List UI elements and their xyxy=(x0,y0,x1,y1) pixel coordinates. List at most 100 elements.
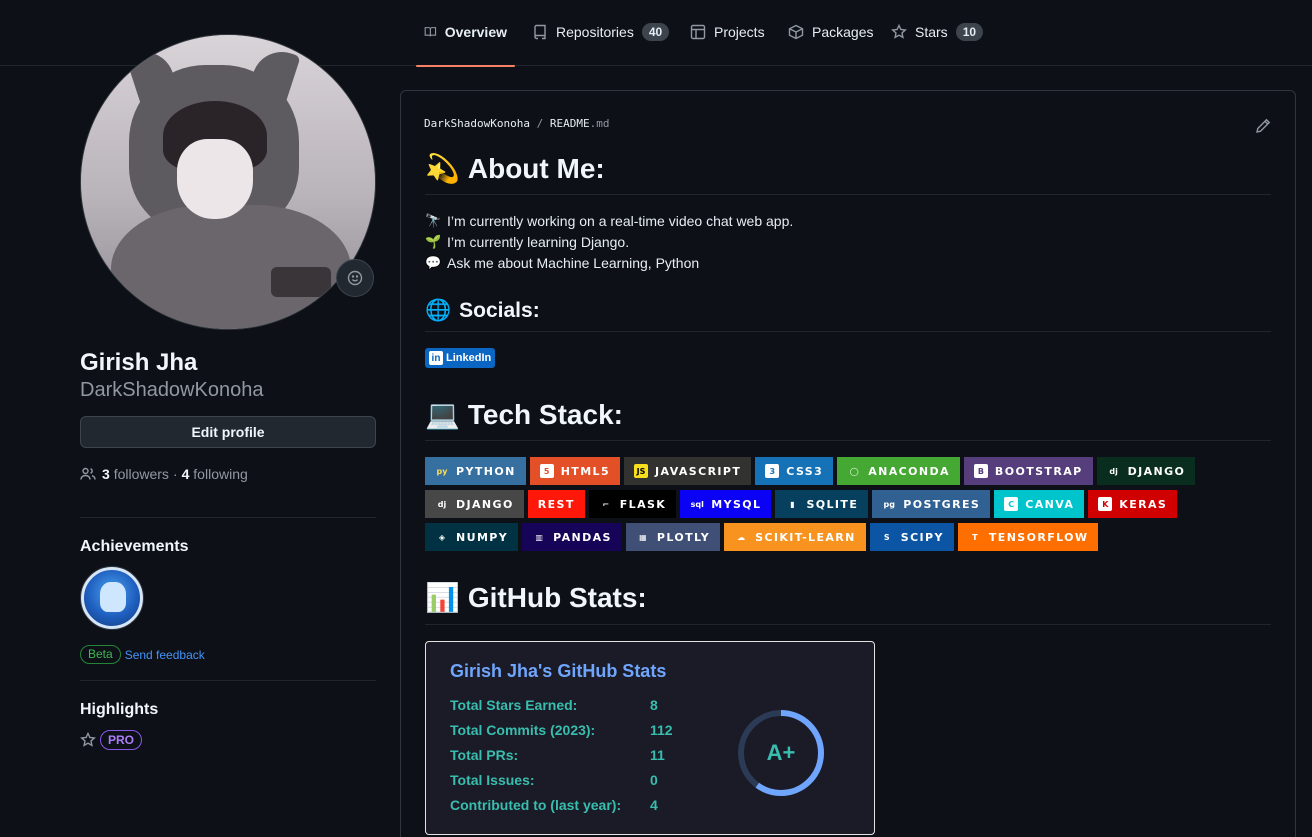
tech-badge-label: BOOTSTRAP xyxy=(994,464,1083,478)
edit-readme-button[interactable] xyxy=(1255,118,1271,134)
javascript-logo-icon: JS xyxy=(634,464,649,478)
tech-badge-sqlite: ▮ SQLITE xyxy=(775,490,869,518)
highlights-heading: Highlights xyxy=(80,701,159,718)
tab-packages[interactable]: Packages xyxy=(780,22,881,66)
book-icon xyxy=(424,27,437,37)
about-line: 🌱 I’m currently learning Django. xyxy=(425,234,629,250)
stat-value: 8 xyxy=(650,697,658,713)
readme-path: DarkShadowKonoha / README.md xyxy=(424,117,609,130)
stat-label: Contributed to (last year): xyxy=(450,797,622,813)
tab-repositories[interactable]: Repositories 40 xyxy=(524,22,677,66)
tech-badge-django: dj DJANGO xyxy=(1096,457,1196,485)
pro-highlight: PRO xyxy=(80,730,143,750)
set-status-button[interactable] xyxy=(336,259,374,297)
shark-icon xyxy=(100,582,126,612)
stats-heading-text: GitHub Stats: xyxy=(467,581,647,613)
table-icon xyxy=(690,24,706,40)
tech-badge-scikit-learn: ☁ SCIKIT-LEARN xyxy=(724,523,866,551)
star-icon xyxy=(891,24,907,39)
plotly-logo-icon: ▦ xyxy=(635,530,650,544)
about-line-text: I’m currently learning Django. xyxy=(447,234,630,250)
stat-value: 112 xyxy=(650,722,673,738)
about-line: 💬 Ask me about Machine Learning, Python xyxy=(425,255,699,271)
anaconda-logo-icon: ◯ xyxy=(847,464,862,478)
tech-badge-label: FLASK xyxy=(619,497,667,511)
achievements-heading[interactable]: Achievements xyxy=(80,538,189,556)
linkedin-badge[interactable]: in LinkedIn xyxy=(425,348,496,368)
profile-name: Girish Jha xyxy=(80,349,198,376)
tech-badge-bootstrap: B BOOTSTRAP xyxy=(963,457,1093,485)
tech-badge-label: POSTGRES xyxy=(903,497,981,511)
readme-path-user[interactable]: DarkShadowKonoha xyxy=(424,117,530,130)
heading-rule xyxy=(425,440,1271,441)
sqlite-logo-icon: ▮ xyxy=(785,497,800,511)
stats-card-title: Girish Jha's GitHub Stats xyxy=(450,661,667,681)
divider xyxy=(80,680,376,681)
heading-rule xyxy=(425,194,1271,195)
tech-badge-label: SQLITE xyxy=(806,497,859,511)
pencil-icon xyxy=(1256,118,1271,133)
numpy-logo-icon: ◈ xyxy=(435,530,449,544)
scikit-learn-logo-icon: ☁ xyxy=(734,530,749,544)
css3-logo-icon: 3 xyxy=(765,464,780,478)
about-heading-text: About Me: xyxy=(467,152,605,184)
following-count: 4 xyxy=(181,466,190,482)
keras-logo-icon: K xyxy=(1098,497,1113,511)
tab-overview[interactable]: Overview xyxy=(416,22,515,67)
laptop-icon: 💻 xyxy=(425,399,460,430)
bootstrap-logo-icon: B xyxy=(973,464,988,478)
tech-badge-label: PLOTLY xyxy=(656,530,711,544)
tech-heading-text: Tech Stack: xyxy=(467,398,623,430)
smiley-icon xyxy=(347,270,363,286)
stat-value: 11 xyxy=(650,747,665,763)
seedling-icon: 🌱 xyxy=(425,234,442,249)
tab-stars[interactable]: Stars 10 xyxy=(883,22,991,66)
about-heading: 💫 About Me: xyxy=(425,152,605,185)
followers-link[interactable]: 3 followers xyxy=(102,466,169,482)
tab-repositories-label: Repositories xyxy=(556,24,634,40)
tech-badge-label: SCIPY xyxy=(900,530,944,544)
tech-badge-python: py PYTHON xyxy=(425,457,526,485)
telescope-icon: 🔭 xyxy=(425,213,442,228)
linkedin-icon: in xyxy=(429,351,443,365)
dizzy-icon: 💫 xyxy=(425,153,460,184)
tech-badge-postgres: pg POSTGRES xyxy=(872,490,991,518)
tech-badge-label: DJANGO xyxy=(456,497,514,511)
avatar[interactable] xyxy=(80,34,376,330)
tech-badge-keras: K KERAS xyxy=(1088,490,1178,518)
stat-value: 0 xyxy=(650,772,658,788)
tech-badge-mysql: sql MYSQL xyxy=(680,490,772,518)
about-line-text: I’m currently working on a real-time vid… xyxy=(447,213,794,229)
tech-badge-css3: 3 CSS3 xyxy=(755,457,834,485)
socials-heading: 🌐 Socials: xyxy=(425,299,540,323)
tech-stack-badges: py PYTHON 5 HTML5 JS JAVASCRIPT 3 CSS3 ◯ ANACONDA… xyxy=(425,457,1271,551)
achievement-badge[interactable] xyxy=(81,567,143,629)
tech-badge-scipy: S SCIPY xyxy=(869,523,954,551)
tab-overview-label: Overview xyxy=(444,24,507,40)
tech-badge-label: ANACONDA xyxy=(868,464,950,478)
tech-badge-label: CSS3 xyxy=(786,464,824,478)
tech-badge-numpy: ◈ NUMPY xyxy=(425,523,519,551)
tech-badge-anaconda: ◯ ANACONDA xyxy=(837,457,960,485)
followers-label: followers xyxy=(113,466,169,482)
django-logo-icon: dj xyxy=(435,497,449,511)
tech-badge-label: HTML5 xyxy=(560,464,611,478)
about-line: 🔭 I’m currently working on a real-time v… xyxy=(425,213,793,229)
scipy-logo-icon: S xyxy=(879,530,894,544)
follow-separator: · xyxy=(172,466,178,482)
heading-rule xyxy=(425,331,1271,332)
tech-badge-label: TENSORFLOW xyxy=(988,530,1089,544)
canva-logo-icon: C xyxy=(1004,497,1019,511)
socials-heading-text: Socials: xyxy=(459,299,540,322)
repositories-counter: 40 xyxy=(641,23,670,41)
tech-badge-label: PYTHON xyxy=(456,464,516,478)
edit-profile-button[interactable]: Edit profile xyxy=(80,416,376,448)
github-stats-card[interactable]: Girish Jha's GitHub Stats Total Stars Ea… xyxy=(425,641,875,835)
tech-badge-flask: ⌐ FLASK xyxy=(588,490,677,518)
tech-badge-pandas: ▥ PANDAS xyxy=(522,523,622,551)
tab-projects[interactable]: Projects xyxy=(682,22,773,66)
readme-path-ext: .md xyxy=(589,117,610,130)
following-link[interactable]: 4 following xyxy=(182,466,248,482)
send-feedback-link[interactable]: Send feedback xyxy=(125,648,205,662)
tech-badge-label: MYSQL xyxy=(711,497,762,511)
